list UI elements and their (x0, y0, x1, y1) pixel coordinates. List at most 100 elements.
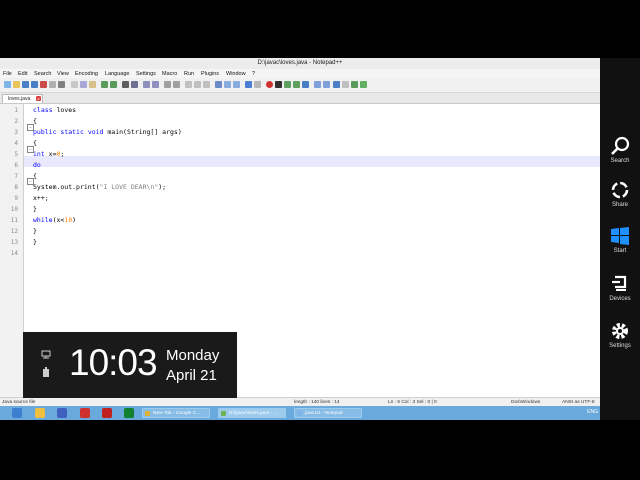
highlight-icon[interactable] (333, 81, 340, 88)
func-list-icon[interactable] (233, 81, 240, 88)
menu-run[interactable]: Run (184, 71, 194, 77)
menu-view[interactable]: View (57, 71, 69, 77)
menu-edit[interactable]: Edit (18, 71, 27, 77)
cut-icon[interactable] (71, 81, 78, 88)
title-bar: D:\javac\loves.java - Notepad++ (0, 58, 600, 69)
explorer-icon[interactable] (35, 408, 45, 418)
spellcheck-icon[interactable] (342, 81, 349, 88)
save-all-icon[interactable] (31, 81, 38, 88)
replace-icon[interactable] (131, 81, 138, 88)
menu-encoding[interactable]: Encoding (75, 71, 98, 77)
menu-window[interactable]: Window (226, 71, 246, 77)
menu-bar: File Edit Search View Encoding Language … (0, 69, 600, 78)
compare-icon[interactable] (351, 81, 358, 88)
play-macro-icon[interactable] (284, 81, 291, 88)
code-line: x++; (33, 194, 49, 202)
redo-icon[interactable] (110, 81, 117, 88)
run-macro-multiple-icon[interactable] (293, 81, 300, 88)
current-line-highlight (24, 156, 600, 167)
wrap-icon[interactable] (185, 81, 192, 88)
code-line: do (33, 161, 41, 169)
clock-date: April 21 (166, 367, 217, 384)
ie-icon[interactable] (12, 408, 22, 418)
zoom-out-icon[interactable] (152, 81, 159, 88)
tray-lang[interactable]: ENG (587, 409, 598, 415)
task-notepad[interactable]: java.txt - Notepad (294, 408, 362, 418)
menu-plugins[interactable]: Plugins (201, 71, 219, 77)
save-macro-icon[interactable] (302, 81, 309, 88)
menu-macro[interactable]: Macro (162, 71, 177, 77)
clock-time: 10:03 (69, 342, 158, 383)
show-all-chars-icon[interactable] (194, 81, 201, 88)
code-line: } (33, 227, 37, 235)
line-number: 4 (14, 140, 18, 147)
undo-icon[interactable] (101, 81, 108, 88)
task-notepadpp[interactable]: D:\javac\loves.java - ... (218, 408, 286, 418)
wifi-icon[interactable] (360, 81, 367, 88)
print-icon[interactable] (58, 81, 65, 88)
code-line: { (33, 172, 37, 180)
folder-workspace-icon[interactable] (245, 81, 252, 88)
close-tab-icon[interactable]: x (36, 96, 41, 101)
toolbar (0, 78, 600, 93)
sync-h-icon[interactable] (173, 81, 180, 88)
new-file-icon[interactable] (4, 81, 11, 88)
windows-logo-icon (611, 227, 629, 245)
notepadpp-icon (221, 411, 226, 416)
media-icon[interactable] (57, 408, 67, 418)
charm-start[interactable]: Start (600, 226, 640, 254)
stop-macro-icon[interactable] (275, 81, 282, 88)
gear-icon (612, 323, 628, 339)
line-number: 10 (10, 206, 18, 213)
menu-help[interactable]: ? (252, 71, 255, 77)
task-label: java.txt - Notepad (305, 411, 343, 416)
app2-icon[interactable] (102, 408, 112, 418)
tab-label: loves.java (8, 96, 31, 102)
clock-overlay: 10:03 Monday April 21 (23, 332, 237, 398)
copy-icon[interactable] (80, 81, 87, 88)
find-icon[interactable] (122, 81, 129, 88)
indent-guide-icon[interactable] (203, 81, 210, 88)
charm-label: Share (611, 202, 628, 208)
line-number: 14 (10, 250, 18, 257)
sync-v-icon[interactable] (164, 81, 171, 88)
charm-search[interactable]: Search (600, 136, 640, 164)
line-number: 12 (10, 228, 18, 235)
monitor-icon[interactable] (254, 81, 261, 88)
close-all-icon[interactable] (49, 81, 56, 88)
battery-plug-icon (43, 367, 49, 377)
charm-share[interactable]: Share (600, 180, 640, 208)
paste-icon[interactable] (89, 81, 96, 88)
open-file-icon[interactable] (13, 81, 20, 88)
tab-loves-java[interactable]: loves.java x (2, 94, 43, 103)
save-icon[interactable] (22, 81, 29, 88)
code-line: int x=0; (33, 150, 65, 158)
close-file-icon[interactable] (40, 81, 47, 88)
line-number: 1 (14, 107, 18, 114)
devices-icon (612, 275, 627, 291)
line-number: 5 (14, 151, 18, 158)
doc-map-icon[interactable] (224, 81, 231, 88)
charm-label: Settings (609, 343, 631, 349)
lang-icon[interactable] (215, 81, 222, 88)
app-icon[interactable] (80, 408, 90, 418)
record-macro-icon[interactable] (266, 81, 273, 88)
zoom-in-icon[interactable] (143, 81, 150, 88)
charm-label: Start (613, 248, 627, 254)
plugin-2-icon[interactable] (323, 81, 330, 88)
clock-day: Monday (166, 347, 220, 364)
search-icon (611, 136, 630, 155)
menu-settings[interactable]: Settings (136, 71, 156, 77)
menu-search[interactable]: Search (34, 71, 51, 77)
status-eol: Dos\Windows (511, 400, 541, 405)
menu-language[interactable]: Language (105, 71, 129, 77)
charm-settings[interactable]: Settings (600, 321, 640, 349)
line-number: 11 (10, 217, 18, 224)
charm-devices[interactable]: Devices (600, 274, 640, 302)
menu-file[interactable]: File (3, 71, 12, 77)
task-chrome[interactable]: New Tab - Google C... (142, 408, 210, 418)
plugin-icon[interactable] (314, 81, 321, 88)
code-line: } (33, 205, 37, 213)
console-icon[interactable] (124, 408, 134, 418)
share-icon (611, 181, 629, 199)
